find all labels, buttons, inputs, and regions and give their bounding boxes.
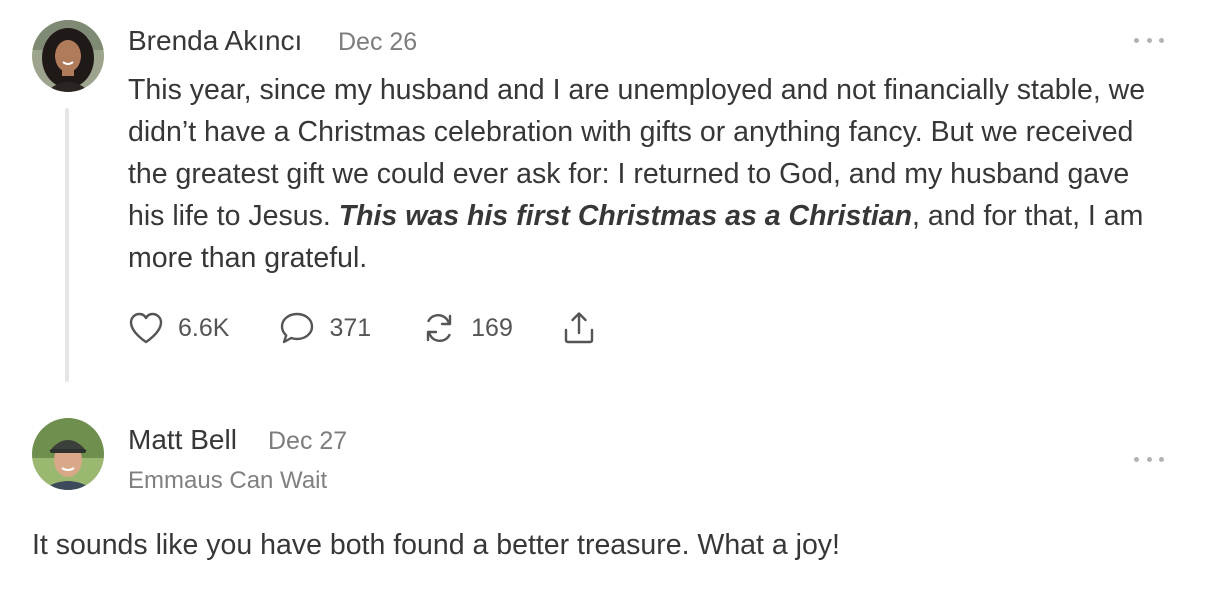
comment-actions: 6.6K 371 169 xyxy=(128,308,597,348)
speech-bubble-icon xyxy=(281,312,314,344)
comment-body: This year, since my husband and I are un… xyxy=(128,69,1168,279)
restack-button[interactable]: 169 xyxy=(421,310,513,346)
author-publication[interactable]: Emmaus Can Wait xyxy=(128,467,327,495)
more-options-button[interactable] xyxy=(1134,452,1164,466)
avatar-matt[interactable] xyxy=(32,418,104,490)
more-options-button[interactable] xyxy=(1134,33,1164,47)
author-name[interactable]: Matt Bell xyxy=(128,424,237,456)
share-upload-icon xyxy=(564,312,594,344)
avatar-brenda[interactable] xyxy=(32,20,104,92)
restack-count: 169 xyxy=(471,313,513,342)
reply-button[interactable]: 371 xyxy=(279,310,371,346)
share-button[interactable] xyxy=(561,310,597,346)
like-count: 6.6K xyxy=(178,313,230,342)
thread-line xyxy=(65,108,69,382)
refresh-arrows-icon xyxy=(426,314,452,342)
like-button[interactable]: 6.6K xyxy=(128,311,229,345)
comment-date[interactable]: Dec 26 xyxy=(338,28,417,57)
ellipsis-icon xyxy=(1134,456,1139,462)
comment-date[interactable]: Dec 27 xyxy=(268,427,347,456)
reply-count: 371 xyxy=(329,313,372,342)
heart-icon xyxy=(129,312,163,344)
comment-emphasis: This was his first Christmas as a Christ… xyxy=(338,200,913,232)
comment-body: It sounds like you have both found a bet… xyxy=(32,529,840,561)
author-name[interactable]: Brenda Akıncı xyxy=(128,25,302,57)
ellipsis-icon xyxy=(1134,37,1139,43)
